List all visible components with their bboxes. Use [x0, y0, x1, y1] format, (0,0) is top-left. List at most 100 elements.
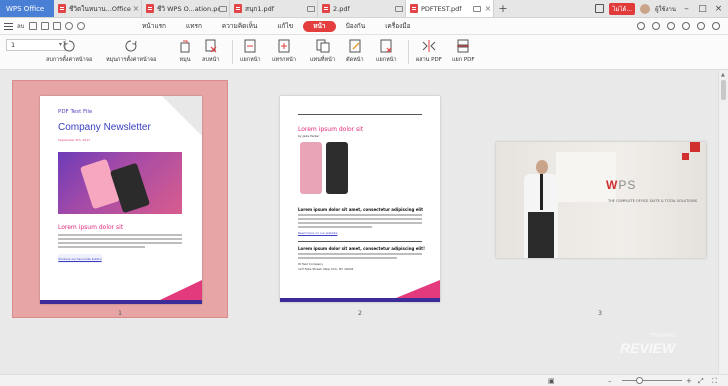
split-page-button[interactable]: แยกหน้า — [376, 39, 397, 64]
rotate-page-icon — [180, 40, 190, 53]
split-icon — [457, 39, 470, 53]
replace-page-button[interactable]: แทนที่หน้า — [310, 39, 335, 64]
person-legs-image — [528, 212, 554, 258]
menu-item-tools[interactable]: เครื่องมือ — [375, 21, 420, 32]
tab-label: ชีวิตในหนาน...Office.pdf — [69, 4, 131, 13]
delete-page-button[interactable]: ลบหน้า — [202, 39, 219, 64]
sync-icon[interactable] — [637, 22, 645, 30]
tab-document-4[interactable]: 2.pdf — [318, 0, 406, 17]
pdf-file-icon — [234, 4, 242, 13]
menu-item-page[interactable]: หน้า — [303, 20, 336, 32]
close-icon[interactable]: × — [483, 4, 493, 13]
add-tab-button[interactable]: + — [494, 0, 512, 17]
page-link-button: Produce our favourite button — [58, 254, 102, 263]
share-icon[interactable] — [652, 22, 660, 30]
phone-image — [300, 142, 322, 194]
tool-label: แยกหน้า — [240, 57, 261, 63]
menu-item-home[interactable]: หน้าแรก — [132, 21, 176, 32]
menu-item-comment[interactable]: ความคิดเห็น — [212, 21, 267, 32]
crop-page-button[interactable]: ตัดหน้า — [346, 39, 364, 64]
reset-display-button[interactable]: ลบการตั้งค่าหน้าจอ — [46, 39, 92, 64]
tab-document-2[interactable]: ชีวิ WPS O...ation.pdf — [142, 0, 230, 17]
export-icon[interactable] — [52, 22, 61, 30]
merge-pdf-button[interactable]: ผสาน PDF — [416, 39, 442, 64]
toolbar: 1 ▾ ลบการตั้งค่าหน้าจอ หมุนการตั้งค่าหน้… — [0, 35, 728, 70]
vertical-scrollbar[interactable]: ▲ — [718, 70, 728, 374]
split-pdf-button[interactable]: แยก PDF — [452, 39, 475, 64]
split-page-icon — [380, 39, 392, 53]
delete-page-icon — [205, 39, 217, 53]
hero-image — [58, 152, 182, 214]
zoom-slider[interactable] — [622, 380, 682, 381]
scroll-up-icon[interactable]: ▲ — [721, 72, 725, 78]
tab-label: 2.pdf — [333, 4, 350, 13]
tool-label: ตัดหน้า — [346, 57, 364, 63]
tab-home[interactable]: WPS Office — [0, 0, 54, 17]
page-thumbnail-1[interactable]: PDF Test File Company Newsletter Septemb… — [40, 96, 202, 304]
body-text — [298, 214, 422, 230]
menu-item-edit[interactable]: แก้ไข — [267, 21, 303, 32]
toolbar-divider — [232, 40, 233, 64]
help-icon[interactable] — [682, 22, 690, 30]
collapse-icon[interactable] — [712, 22, 720, 30]
redo-icon[interactable] — [76, 22, 85, 30]
menu-short-label[interactable]: ลบ — [17, 21, 25, 31]
tool-label: แยก PDF — [452, 57, 475, 63]
page-number-1: 1 — [118, 310, 122, 317]
rotate-button[interactable]: หมุน — [178, 39, 192, 64]
menu-item-protect[interactable]: ป้องกัน — [336, 21, 376, 32]
settings-icon[interactable] — [667, 22, 675, 30]
zoom-slider-handle[interactable] — [636, 377, 643, 384]
tab-document-1[interactable]: ชีวิตในหนาน...Office.pdf × — [54, 0, 142, 17]
page-heading: Lorem ipsum dolor sit amet, consectetur … — [298, 207, 424, 212]
page-footer-decoration — [396, 280, 440, 298]
page-number-2: 2 — [358, 310, 362, 317]
user-name[interactable]: ผู้ใช้งาน — [655, 4, 676, 14]
extract-page-button[interactable]: แยกหน้า — [240, 39, 261, 64]
replace-page-icon — [316, 39, 330, 53]
page-title: Company Newsletter — [58, 122, 151, 133]
more-icon[interactable] — [697, 22, 705, 30]
close-icon[interactable]: × — [131, 4, 141, 13]
menu-icon[interactable] — [4, 22, 13, 30]
window-icon[interactable] — [595, 4, 605, 13]
menu-item-insert[interactable]: แทรก — [176, 21, 212, 32]
save-icon[interactable] — [28, 22, 37, 30]
extract-page-icon — [244, 39, 256, 53]
page-number-3: 3 — [598, 310, 602, 317]
maximize-icon[interactable]: □ — [697, 4, 708, 14]
print-icon[interactable] — [40, 22, 49, 30]
pdf-file-icon — [322, 4, 330, 13]
menu-row: ลบ หน้าแรก แทรก ความคิดเห็น แก้ไข หน้า ป… — [0, 18, 728, 35]
page-footer-bar — [40, 300, 202, 304]
scrollbar-thumb[interactable] — [721, 80, 726, 100]
menu-right — [637, 22, 728, 30]
insert-page-icon — [278, 39, 290, 53]
rotate-display-button[interactable]: หมุนการตั้งค่าหน้าจอ — [106, 39, 156, 64]
slide-window-image — [556, 152, 616, 202]
monitor-icon — [307, 5, 315, 12]
avatar[interactable] — [640, 3, 651, 14]
tab-document-5[interactable]: PDFTEST.pdf × — [406, 0, 494, 17]
watermark: REVIEW — [620, 340, 676, 356]
page-footer-bar — [280, 298, 440, 302]
page-thumbnail-2[interactable]: Lorem ipsum dolor sit by Jade Parker Lor… — [280, 96, 440, 302]
insert-page-button[interactable]: แทรกหน้า — [272, 39, 296, 64]
page-thumbnail-3[interactable]: WPS THE COMPLETE OFFICE SUITE & TOTAL SO… — [496, 142, 706, 258]
fit-page-icon[interactable]: ▣ — [548, 377, 555, 385]
fullscreen-icon[interactable]: ⤢ — [698, 377, 704, 386]
tab-document-3[interactable]: สนุก1.pdf — [230, 0, 318, 17]
pdf-file-icon — [410, 4, 418, 13]
status-badge[interactable]: ไม่ได้... — [609, 2, 636, 15]
zoom-out-icon[interactable]: – — [608, 377, 612, 385]
close-window-icon[interactable]: × — [713, 4, 724, 14]
page-corner-decoration — [162, 96, 202, 136]
zoom-in-icon[interactable]: + — [686, 377, 692, 385]
phone-image — [326, 142, 348, 194]
tab-label: PDFTEST.pdf — [421, 4, 462, 13]
expand-icon[interactable]: ⛶ — [712, 377, 717, 386]
minimize-icon[interactable]: – — [681, 4, 692, 14]
toolbar-divider — [408, 40, 409, 64]
person-tie-image — [540, 174, 543, 210]
undo-icon[interactable] — [64, 22, 73, 30]
